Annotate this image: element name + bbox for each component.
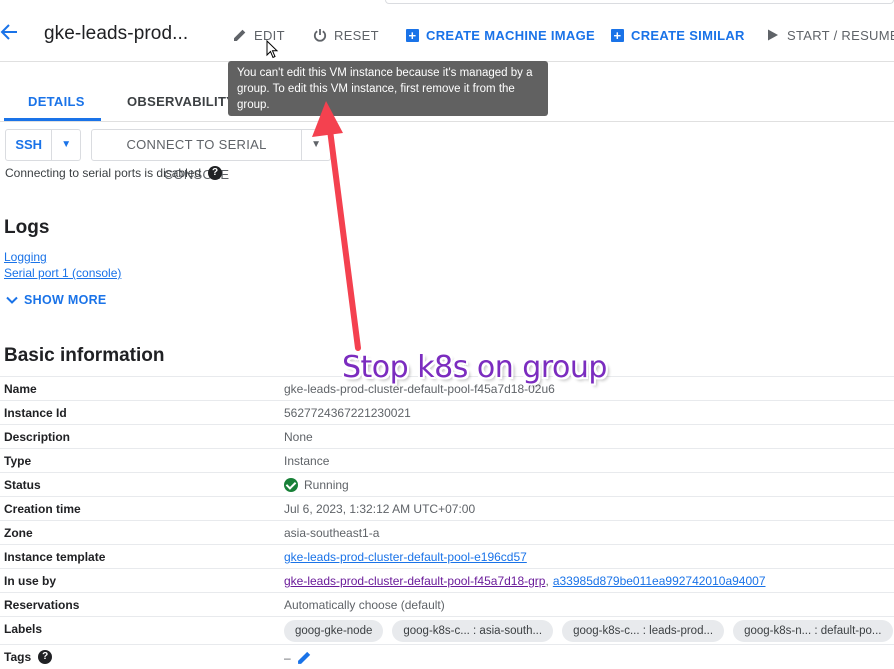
serial-note-text: Connecting to serial ports is disabled	[5, 166, 202, 180]
instance-group-link[interactable]: gke-leads-prod-cluster-default-pool-f45a…	[284, 574, 545, 588]
serial-ports-note: Connecting to serial ports is disabled ?	[5, 166, 223, 180]
annotation-text: Stop k8s on group	[342, 350, 607, 385]
reset-button[interactable]: RESET	[313, 26, 379, 44]
table-row: Instance Id 5627724367221230021	[0, 400, 894, 424]
create-machine-image-button[interactable]: + CREATE MACHINE IMAGE	[406, 26, 595, 44]
in-use-by-value: gke-leads-prod-cluster-default-pool-f45a…	[284, 574, 766, 588]
create-machine-image-label: CREATE MACHINE IMAGE	[426, 27, 595, 43]
table-row: Status Running	[0, 472, 894, 496]
play-icon	[768, 29, 778, 41]
label-chip[interactable]: goog-k8s-n... : default-po...	[733, 620, 893, 642]
plus-box-icon: +	[406, 28, 419, 42]
row-key: Tags ?	[4, 650, 53, 664]
table-row: Tags ? –	[0, 644, 894, 669]
show-more-button[interactable]: SHOW MORE	[5, 293, 107, 307]
edit-disabled-tooltip: You can't edit this VM instance because …	[228, 61, 548, 116]
create-similar-label: CREATE SIMILAR	[631, 27, 745, 43]
instance-group-id-link[interactable]: a33985d879be011ea992742010a94007	[553, 574, 766, 588]
reset-button-label: RESET	[334, 27, 379, 43]
table-row: Description None	[0, 424, 894, 448]
reservations-value: Automatically choose (default)	[284, 598, 445, 612]
row-key: Instance Id	[4, 406, 67, 420]
ssh-split-button: SSH ▼	[5, 129, 81, 161]
labels-value: goog-gke-node goog-k8s-c... : asia-south…	[284, 620, 894, 642]
start-resume-label: START / RESUME	[787, 27, 894, 43]
table-row: Labels goog-gke-node goog-k8s-c... : asi…	[0, 616, 894, 644]
chevron-down-icon	[6, 296, 18, 304]
back-arrow-icon[interactable]	[0, 22, 20, 46]
separator: ,	[545, 574, 549, 588]
mouse-cursor-icon	[266, 40, 279, 59]
serial-console-split-button: CONNECT TO SERIAL CONSOLE ▼	[91, 129, 331, 182]
row-key: Name	[4, 382, 37, 396]
plus-box-icon: +	[611, 28, 624, 42]
check-circle-icon	[284, 478, 298, 492]
table-row: Creation time Jul 6, 2023, 1:32:12 AM UT…	[0, 496, 894, 520]
row-key: Description	[4, 430, 71, 444]
tab-observability[interactable]: OBSERVABILITY	[127, 94, 235, 109]
tags-value: –	[284, 650, 312, 665]
table-row: Type Instance	[0, 448, 894, 472]
row-key: Creation time	[4, 502, 81, 516]
status-value: Running	[284, 478, 349, 492]
row-key: Instance template	[4, 550, 106, 564]
table-row: Instance template gke-leads-prod-cluster…	[0, 544, 894, 568]
row-key: Status	[4, 478, 41, 492]
logs-heading: Logs	[4, 217, 50, 238]
status-text: Running	[304, 478, 349, 492]
table-row: In use by gke-leads-prod-cluster-default…	[0, 568, 894, 592]
row-key: In use by	[4, 574, 57, 588]
creation-time-value: Jul 6, 2023, 1:32:12 AM UTC+07:00	[284, 502, 476, 516]
label-chip[interactable]: goog-k8s-c... : asia-south...	[392, 620, 554, 642]
logging-link[interactable]: Logging	[4, 250, 47, 264]
help-circle-icon[interactable]: ?	[38, 650, 53, 664]
show-more-label: SHOW MORE	[24, 293, 107, 307]
top-toolbar: gke-leads-prod... EDIT RESET + CREATE MA…	[0, 0, 894, 62]
table-row: Reservations Automatically choose (defau…	[0, 592, 894, 616]
instance-id-value: 5627724367221230021	[284, 406, 411, 420]
instance-template-value: gke-leads-prod-cluster-default-pool-e196…	[284, 550, 527, 564]
serial-port-link[interactable]: Serial port 1 (console)	[4, 266, 121, 280]
row-key: Reservations	[4, 598, 80, 612]
instance-template-link[interactable]: gke-leads-prod-cluster-default-pool-e196…	[284, 550, 527, 564]
help-circle-icon[interactable]: ?	[208, 166, 223, 180]
row-key: Labels	[4, 622, 43, 636]
caret-down-icon[interactable]: ▼	[302, 130, 330, 160]
tab-details[interactable]: DETAILS	[28, 94, 85, 109]
active-tab-indicator	[4, 118, 101, 121]
basic-info-table: Name gke-leads-prod-cluster-default-pool…	[0, 376, 894, 669]
tags-key-text: Tags	[4, 650, 32, 664]
pencil-icon	[234, 29, 246, 41]
connect-serial-console-button[interactable]: CONNECT TO SERIAL CONSOLE	[92, 130, 303, 182]
label-chip[interactable]: goog-k8s-c... : leads-prod...	[562, 620, 725, 642]
row-key: Zone	[4, 526, 33, 540]
tags-text: –	[284, 650, 291, 665]
page-title: gke-leads-prod...	[44, 23, 189, 44]
ssh-button[interactable]: SSH	[6, 130, 53, 160]
create-similar-button[interactable]: + CREATE SIMILAR	[611, 26, 745, 44]
type-value: Instance	[284, 454, 330, 468]
search-box-edge	[385, 0, 894, 4]
table-row: Zone asia-southeast1-a	[0, 520, 894, 544]
zone-value: asia-southeast1-a	[284, 526, 380, 540]
caret-down-icon[interactable]: ▼	[52, 130, 80, 160]
pencil-icon[interactable]	[297, 650, 312, 665]
label-chip[interactable]: goog-gke-node	[284, 620, 384, 642]
basic-information-heading: Basic information	[4, 345, 165, 366]
description-value: None	[284, 430, 313, 444]
start-resume-button[interactable]: START / RESUME	[766, 26, 894, 44]
row-key: Type	[4, 454, 32, 468]
power-icon	[313, 29, 327, 42]
